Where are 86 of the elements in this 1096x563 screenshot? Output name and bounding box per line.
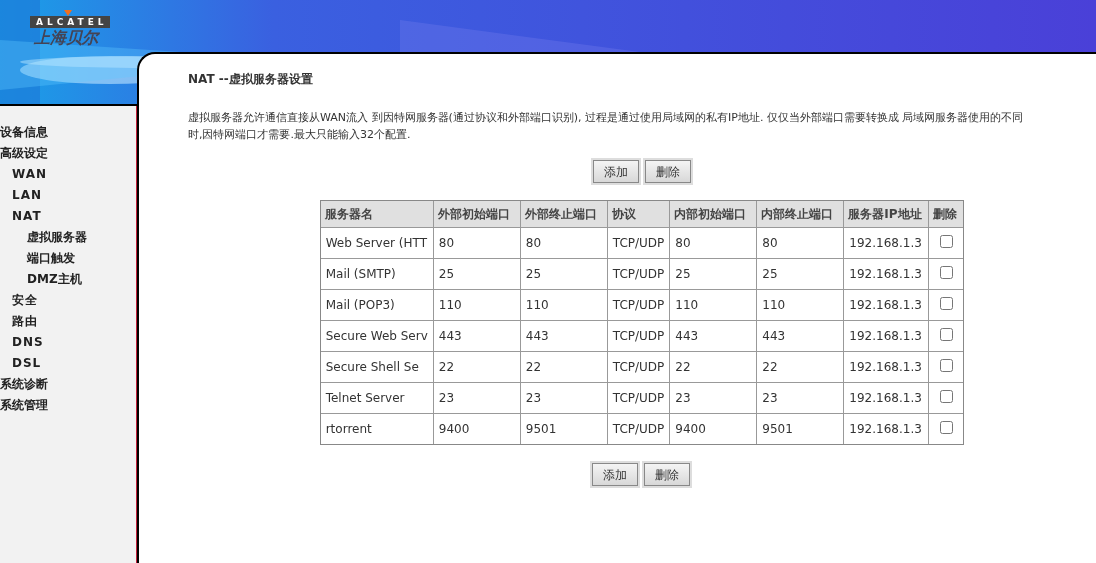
table-cell: 110 (520, 290, 608, 321)
table-cell: Mail (POP3) (320, 290, 434, 321)
table-cell: 25 (757, 259, 845, 290)
table-cell: 192.168.1.3 (844, 259, 930, 290)
sidebar-item[interactable]: DNS (12, 332, 44, 353)
table-cell: 80 (433, 228, 521, 259)
table-cell: 23 (757, 383, 845, 414)
table-cell: 23 (670, 383, 758, 414)
delete-checkbox[interactable] (939, 359, 953, 372)
table-cell: Secure Shell Se (320, 352, 434, 383)
table-cell: TCP/UDP (607, 321, 671, 352)
table-cell: 192.168.1.3 (844, 383, 930, 414)
table-cell: 192.168.1.3 (844, 321, 930, 352)
logo-brand: ALCATEL (30, 16, 110, 28)
delete-checkbox[interactable] (939, 328, 953, 341)
delete-checkbox[interactable] (939, 421, 953, 434)
delete-checkbox[interactable] (939, 235, 953, 248)
sidebar-item[interactable]: WAN (12, 164, 48, 185)
add-button[interactable]: 添加 (593, 160, 639, 183)
table-cell: 443 (670, 321, 758, 352)
add-button[interactable]: 添加 (592, 463, 638, 486)
table-cell: Mail (SMTP) (320, 259, 434, 290)
table-cell: 443 (757, 321, 845, 352)
table-cell: 80 (520, 228, 608, 259)
table-cell: TCP/UDP (607, 228, 671, 259)
table-cell: TCP/UDP (607, 414, 671, 444)
description: 虚拟服务器允许通信直接从WAN流入 到因特网服务器(通过协议和外部端口识别), 过程是通过使用局域网的私有IP地址. 仅仅当外部端口需要转换成 局域网服务器使用的不同 时,因特网端口才需要.最大只能输入32个配置. (188, 110, 1025, 143)
table-cell: 80 (670, 228, 758, 259)
column-header: 协议 (607, 201, 671, 228)
sidebar-item[interactable]: 路由 (12, 311, 38, 332)
table-cell: 9501 (520, 414, 608, 444)
table-cell: 22 (433, 352, 521, 383)
table-cell: TCP/UDP (607, 383, 671, 414)
table-cell: 9400 (433, 414, 521, 444)
delete-checkbox[interactable] (939, 297, 953, 310)
delete-button[interactable]: 删除 (644, 463, 690, 486)
logo-local: 上海贝尔 (34, 28, 98, 49)
sidebar-item[interactable]: 高级设定 (0, 143, 48, 164)
table-cell: 23 (433, 383, 521, 414)
table-cell: 443 (520, 321, 608, 352)
table-cell: 23 (520, 383, 608, 414)
table-cell: rtorrent (320, 414, 434, 444)
sidebar-item[interactable]: DSL (12, 353, 42, 374)
table-cell: 9400 (670, 414, 758, 444)
delete-checkbox[interactable] (939, 390, 953, 403)
column-header: 外部初始端口 (433, 201, 521, 228)
column-header: 删除 (929, 201, 964, 228)
sidebar-item[interactable]: 端口触发 (27, 248, 75, 269)
table-cell: 25 (670, 259, 758, 290)
table-cell: TCP/UDP (607, 290, 671, 321)
table-cell: TCP/UDP (607, 259, 671, 290)
table-cell: 443 (433, 321, 521, 352)
column-header: 外部终止端口 (520, 201, 608, 228)
table-cell: TCP/UDP (607, 352, 671, 383)
table-cell: 25 (433, 259, 521, 290)
delete-checkbox[interactable] (939, 266, 953, 279)
sidebar-item[interactable]: NAT (12, 206, 42, 227)
table-cell: 110 (757, 290, 845, 321)
table-cell: 80 (757, 228, 845, 259)
table-cell: 110 (433, 290, 521, 321)
sidebar-item[interactable]: 安全 (12, 290, 38, 311)
table-cell: 110 (670, 290, 758, 321)
sidebar-item[interactable]: DMZ主机 (27, 269, 82, 290)
table-cell: 192.168.1.3 (844, 352, 930, 383)
table-cell: 192.168.1.3 (844, 228, 930, 259)
table-cell: 22 (520, 352, 608, 383)
column-header: 内部终止端口 (757, 201, 845, 228)
column-header: 内部初始端口 (670, 201, 758, 228)
sidebar-item[interactable]: 系统管理 (0, 395, 48, 416)
page-title: NAT --虚拟服务器设置 (188, 71, 314, 88)
table-cell: 22 (670, 352, 758, 383)
column-header: 服务器名 (320, 201, 434, 228)
table-cell: 192.168.1.3 (844, 414, 930, 444)
table-cell: 25 (520, 259, 608, 290)
table-cell: Secure Web Serv (320, 321, 434, 352)
table-cell: Web Server (HTT (320, 228, 434, 259)
table-cell: 9501 (757, 414, 845, 444)
table-cell: Telnet Server (320, 383, 434, 414)
sidebar-item[interactable]: 系统诊断 (0, 374, 48, 395)
sidebar-item[interactable]: 设备信息 (0, 122, 48, 143)
column-header: 服务器IP地址 (844, 201, 930, 228)
sidebar-item[interactable]: LAN (12, 185, 42, 206)
table-cell: 22 (757, 352, 845, 383)
delete-button[interactable]: 删除 (645, 160, 691, 183)
table-cell: 192.168.1.3 (844, 290, 930, 321)
sidebar-item[interactable]: 虚拟服务器 (27, 227, 87, 248)
